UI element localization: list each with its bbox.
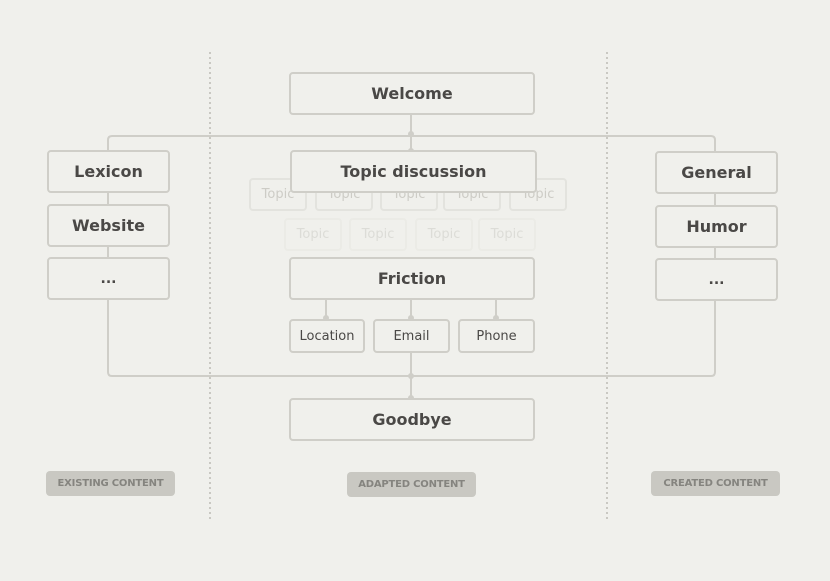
node-more-existing: ... xyxy=(47,257,170,300)
node-welcome: Welcome xyxy=(289,72,535,115)
junction-dot xyxy=(408,131,414,137)
topic-chip: Topic xyxy=(415,218,473,251)
node-website: Website xyxy=(47,204,170,247)
node-humor: Humor xyxy=(655,205,778,248)
topic-chip: Topic xyxy=(284,218,342,251)
node-topic-discussion: Topic discussion xyxy=(290,150,537,193)
node-location: Location xyxy=(289,319,365,353)
topic-chip: Topic xyxy=(478,218,536,251)
node-general: General xyxy=(655,151,778,194)
label-existing-content: EXISTING CONTENT xyxy=(46,471,175,496)
node-email: Email xyxy=(373,319,450,353)
node-goodbye: Goodbye xyxy=(289,398,535,441)
label-created-content: CREATED CONTENT xyxy=(651,471,780,496)
label-adapted-content: ADAPTED CONTENT xyxy=(347,472,476,497)
node-more-created: ... xyxy=(655,258,778,301)
node-friction: Friction xyxy=(289,257,535,300)
junction-dot xyxy=(408,373,414,379)
topic-chip: Topic xyxy=(349,218,407,251)
node-lexicon: Lexicon xyxy=(47,150,170,193)
node-phone: Phone xyxy=(458,319,535,353)
diagram-canvas: Topic Topic Topic Topic Topic Topic Topi… xyxy=(0,0,830,581)
